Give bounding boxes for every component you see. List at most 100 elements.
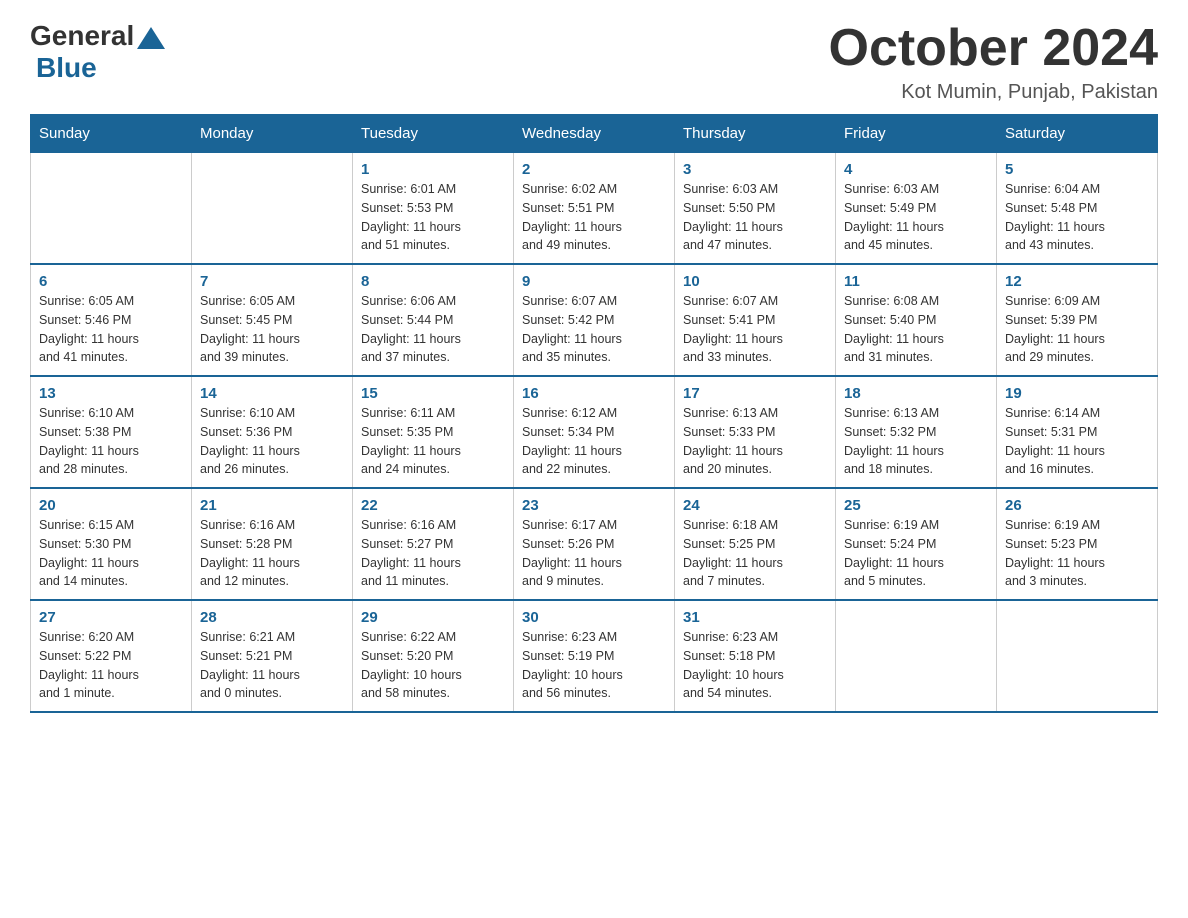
- weekday-header-tuesday: Tuesday: [353, 115, 514, 153]
- day-info: Sunrise: 6:05 AM Sunset: 5:45 PM Dayligh…: [200, 292, 344, 367]
- day-info: Sunrise: 6:01 AM Sunset: 5:53 PM Dayligh…: [361, 180, 505, 255]
- day-number: 29: [361, 609, 505, 626]
- day-info: Sunrise: 6:21 AM Sunset: 5:21 PM Dayligh…: [200, 628, 344, 703]
- day-number: 28: [200, 609, 344, 626]
- calendar-cell: [31, 153, 192, 265]
- day-info: Sunrise: 6:20 AM Sunset: 5:22 PM Dayligh…: [39, 628, 183, 703]
- calendar-cell: 25 Sunrise: 6:19 AM Sunset: 5:24 PM Dayli…: [836, 488, 997, 600]
- calendar-cell: 24 Sunrise: 6:18 AM Sunset: 5:25 PM Dayli…: [675, 488, 836, 600]
- calendar-cell: 23 Sunrise: 6:17 AM Sunset: 5:26 PM Dayli…: [514, 488, 675, 600]
- day-number: 20: [39, 497, 183, 514]
- day-info: Sunrise: 6:19 AM Sunset: 5:23 PM Dayligh…: [1005, 516, 1149, 591]
- day-number: 26: [1005, 497, 1149, 514]
- calendar-cell: 3 Sunrise: 6:03 AM Sunset: 5:50 PM Daylig…: [675, 153, 836, 265]
- day-info: Sunrise: 6:10 AM Sunset: 5:36 PM Dayligh…: [200, 404, 344, 479]
- calendar-cell: 6 Sunrise: 6:05 AM Sunset: 5:46 PM Daylig…: [31, 264, 192, 376]
- day-info: Sunrise: 6:13 AM Sunset: 5:32 PM Dayligh…: [844, 404, 988, 479]
- day-info: Sunrise: 6:16 AM Sunset: 5:28 PM Dayligh…: [200, 516, 344, 591]
- calendar-cell: 19Sunrise: 6:14 AM Sunset: 5:31 PM Dayli…: [997, 376, 1158, 488]
- calendar-cell: 4 Sunrise: 6:03 AM Sunset: 5:49 PM Daylig…: [836, 153, 997, 265]
- weekday-header-row: SundayMondayTuesdayWednesdayThursdayFrid…: [31, 115, 1158, 153]
- calendar-cell: 11 Sunrise: 6:08 AM Sunset: 5:40 PM Dayli…: [836, 264, 997, 376]
- calendar-header: SundayMondayTuesdayWednesdayThursdayFrid…: [31, 115, 1158, 153]
- calendar-cell: 15 Sunrise: 6:11 AM Sunset: 5:35 PM Dayli…: [353, 376, 514, 488]
- day-info: Sunrise: 6:07 AM Sunset: 5:42 PM Dayligh…: [522, 292, 666, 367]
- day-info: Sunrise: 6:16 AM Sunset: 5:27 PM Dayligh…: [361, 516, 505, 591]
- weekday-header-saturday: Saturday: [997, 115, 1158, 153]
- calendar-cell: 2 Sunrise: 6:02 AM Sunset: 5:51 PM Daylig…: [514, 153, 675, 265]
- calendar-body: 1 Sunrise: 6:01 AM Sunset: 5:53 PM Daylig…: [31, 153, 1158, 713]
- logo: General Blue: [30, 20, 165, 84]
- day-number: 3: [683, 161, 827, 178]
- logo-triangle-icon: [137, 27, 165, 49]
- calendar-cell: 28 Sunrise: 6:21 AM Sunset: 5:21 PM Dayli…: [192, 600, 353, 712]
- day-number: 22: [361, 497, 505, 514]
- day-info: Sunrise: 6:22 AM Sunset: 5:20 PM Dayligh…: [361, 628, 505, 703]
- day-number: 25: [844, 497, 988, 514]
- calendar-cell: 8 Sunrise: 6:06 AM Sunset: 5:44 PM Daylig…: [353, 264, 514, 376]
- calendar-cell: [192, 153, 353, 265]
- day-number: 9: [522, 273, 666, 290]
- day-info: Sunrise: 6:08 AM Sunset: 5:40 PM Dayligh…: [844, 292, 988, 367]
- calendar-cell: [997, 600, 1158, 712]
- calendar-cell: 30 Sunrise: 6:23 AM Sunset: 5:19 PM Dayli…: [514, 600, 675, 712]
- day-info: Sunrise: 6:04 AM Sunset: 5:48 PM Dayligh…: [1005, 180, 1149, 255]
- day-info: Sunrise: 6:19 AM Sunset: 5:24 PM Dayligh…: [844, 516, 988, 591]
- day-info: Sunrise: 6:05 AM Sunset: 5:46 PM Dayligh…: [39, 292, 183, 367]
- day-info: Sunrise: 6:02 AM Sunset: 5:51 PM Dayligh…: [522, 180, 666, 255]
- day-number: 23: [522, 497, 666, 514]
- day-number: 6: [39, 273, 183, 290]
- day-info: Sunrise: 6:11 AM Sunset: 5:35 PM Dayligh…: [361, 404, 505, 479]
- day-info: Sunrise: 6:06 AM Sunset: 5:44 PM Dayligh…: [361, 292, 505, 367]
- day-info: Sunrise: 6:13 AM Sunset: 5:33 PM Dayligh…: [683, 404, 827, 479]
- day-number: 10: [683, 273, 827, 290]
- day-number: 7: [200, 273, 344, 290]
- calendar-table: SundayMondayTuesdayWednesdayThursdayFrid…: [30, 114, 1158, 713]
- calendar-cell: 26 Sunrise: 6:19 AM Sunset: 5:23 PM Dayli…: [997, 488, 1158, 600]
- calendar-cell: 9 Sunrise: 6:07 AM Sunset: 5:42 PM Daylig…: [514, 264, 675, 376]
- day-info: Sunrise: 6:17 AM Sunset: 5:26 PM Dayligh…: [522, 516, 666, 591]
- calendar-cell: 7 Sunrise: 6:05 AM Sunset: 5:45 PM Daylig…: [192, 264, 353, 376]
- calendar-week-4: 20 Sunrise: 6:15 AM Sunset: 5:30 PM Dayli…: [31, 488, 1158, 600]
- calendar-cell: 31Sunrise: 6:23 AM Sunset: 5:18 PM Dayli…: [675, 600, 836, 712]
- calendar-cell: [836, 600, 997, 712]
- day-number: 8: [361, 273, 505, 290]
- day-number: 12: [1005, 273, 1149, 290]
- location: Kot Mumin, Punjab, Pakistan: [829, 81, 1159, 104]
- day-number: 13: [39, 385, 183, 402]
- day-info: Sunrise: 6:14 AM Sunset: 5:31 PM Dayligh…: [1005, 404, 1149, 479]
- calendar-cell: 17 Sunrise: 6:13 AM Sunset: 5:33 PM Dayli…: [675, 376, 836, 488]
- day-info: Sunrise: 6:09 AM Sunset: 5:39 PM Dayligh…: [1005, 292, 1149, 367]
- calendar-week-5: 27 Sunrise: 6:20 AM Sunset: 5:22 PM Dayli…: [31, 600, 1158, 712]
- day-number: 15: [361, 385, 505, 402]
- day-info: Sunrise: 6:12 AM Sunset: 5:34 PM Dayligh…: [522, 404, 666, 479]
- day-number: 27: [39, 609, 183, 626]
- logo-full: General: [30, 20, 165, 52]
- calendar-week-2: 6 Sunrise: 6:05 AM Sunset: 5:46 PM Daylig…: [31, 264, 1158, 376]
- month-title: October 2024: [829, 20, 1159, 77]
- day-number: 30: [522, 609, 666, 626]
- weekday-header-thursday: Thursday: [675, 115, 836, 153]
- day-number: 11: [844, 273, 988, 290]
- day-info: Sunrise: 6:23 AM Sunset: 5:19 PM Dayligh…: [522, 628, 666, 703]
- day-number: 17: [683, 385, 827, 402]
- weekday-header-wednesday: Wednesday: [514, 115, 675, 153]
- weekday-header-sunday: Sunday: [31, 115, 192, 153]
- day-info: Sunrise: 6:03 AM Sunset: 5:49 PM Dayligh…: [844, 180, 988, 255]
- day-info: Sunrise: 6:03 AM Sunset: 5:50 PM Dayligh…: [683, 180, 827, 255]
- logo-blue-text: Blue: [36, 52, 97, 84]
- title-section: October 2024 Kot Mumin, Punjab, Pakistan: [829, 20, 1159, 104]
- day-number: 2: [522, 161, 666, 178]
- calendar-week-1: 1 Sunrise: 6:01 AM Sunset: 5:53 PM Daylig…: [31, 153, 1158, 265]
- day-info: Sunrise: 6:15 AM Sunset: 5:30 PM Dayligh…: [39, 516, 183, 591]
- day-number: 4: [844, 161, 988, 178]
- calendar-cell: 10 Sunrise: 6:07 AM Sunset: 5:41 PM Dayli…: [675, 264, 836, 376]
- day-info: Sunrise: 6:18 AM Sunset: 5:25 PM Dayligh…: [683, 516, 827, 591]
- weekday-header-monday: Monday: [192, 115, 353, 153]
- day-number: 1: [361, 161, 505, 178]
- day-number: 24: [683, 497, 827, 514]
- day-number: 5: [1005, 161, 1149, 178]
- day-info: Sunrise: 6:07 AM Sunset: 5:41 PM Dayligh…: [683, 292, 827, 367]
- calendar-cell: 20 Sunrise: 6:15 AM Sunset: 5:30 PM Dayli…: [31, 488, 192, 600]
- page-header: General Blue October 2024 Kot Mumin, Pun…: [30, 20, 1158, 104]
